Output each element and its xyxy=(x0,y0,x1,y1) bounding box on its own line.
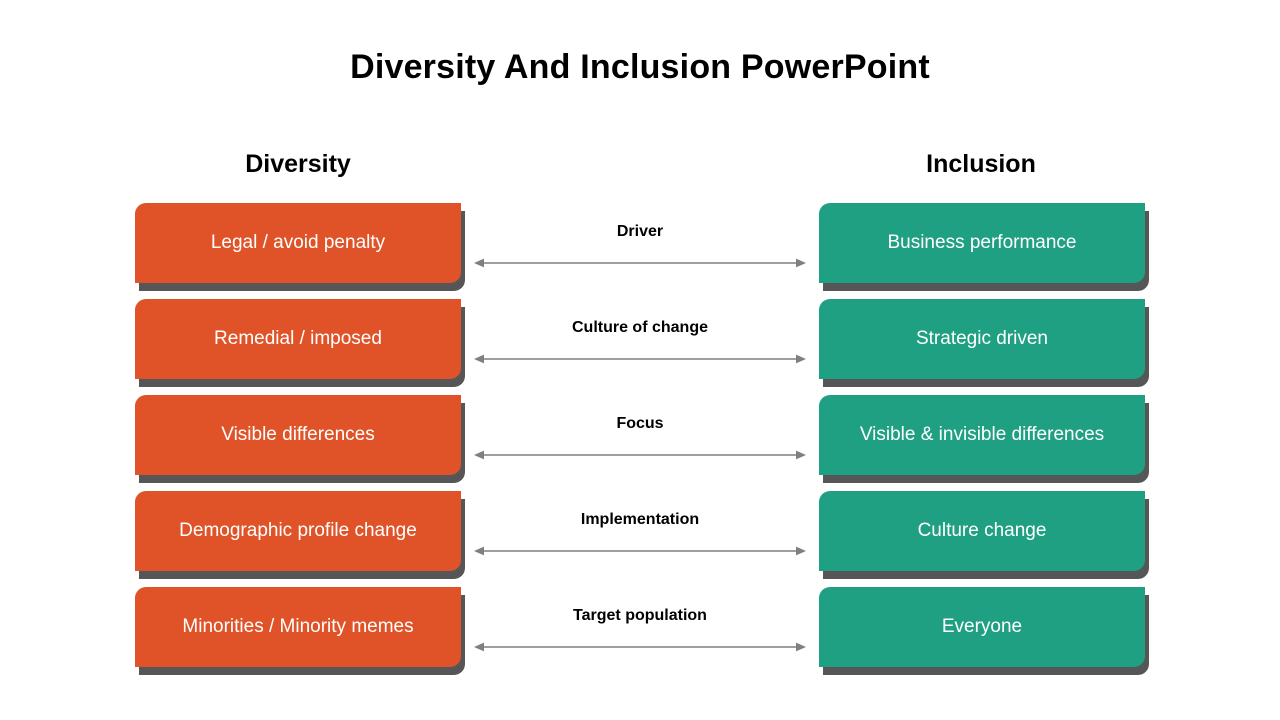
double-headed-arrow-icon xyxy=(470,543,810,559)
diversity-box[interactable]: Demographic profile change xyxy=(135,491,465,579)
inclusion-box-label: Culture change xyxy=(917,519,1047,541)
inclusion-box-label: Business performance xyxy=(887,231,1077,253)
diversity-box-label: Demographic profile change xyxy=(179,519,417,541)
diversity-box[interactable]: Remedial / imposed xyxy=(135,299,465,387)
inclusion-box[interactable]: Business performance xyxy=(819,203,1149,291)
diversity-box-label: Legal / avoid penalty xyxy=(210,231,386,253)
matrix-row: Demographic profile change Implementatio… xyxy=(0,481,1280,579)
diversity-box[interactable]: Visible differences xyxy=(135,395,465,483)
inclusion-box-label: Visible & invisible differences xyxy=(859,423,1105,445)
box-face: Demographic profile change xyxy=(135,491,461,571)
box-face: Visible differences xyxy=(135,395,461,475)
matrix-row: Visible differences Focus Visible & invi… xyxy=(0,385,1280,483)
box-face: Minorities / Minority memes xyxy=(135,587,461,667)
row-connector: Implementation xyxy=(470,481,810,577)
matrix-row: Minorities / Minority memes Target popul… xyxy=(0,577,1280,675)
column-heading-diversity: Diversity xyxy=(245,150,351,178)
column-heading-inclusion: Inclusion xyxy=(926,150,1036,178)
box-face: Remedial / imposed xyxy=(135,299,461,379)
row-connector: Culture of change xyxy=(470,289,810,385)
matrix-row: Legal / avoid penalty Driver Business pe… xyxy=(0,193,1280,291)
inclusion-box[interactable]: Visible & invisible differences xyxy=(819,395,1149,483)
inclusion-box[interactable]: Culture change xyxy=(819,491,1149,579)
inclusion-box[interactable]: Strategic driven xyxy=(819,299,1149,387)
matrix-row: Remedial / imposed Culture of change Str… xyxy=(0,289,1280,387)
connector-label: Implementation xyxy=(580,511,700,528)
box-face: Legal / avoid penalty xyxy=(135,203,461,283)
row-connector: Focus xyxy=(470,385,810,481)
connector-label: Target population xyxy=(573,607,707,624)
diversity-box-label: Minorities / Minority memes xyxy=(182,615,414,637)
connector-label: Culture of change xyxy=(571,319,708,336)
diversity-box-label: Remedial / imposed xyxy=(214,327,382,349)
connector-label: Driver xyxy=(616,223,664,240)
page-title: Diversity And Inclusion PowerPoint xyxy=(350,48,930,86)
box-face: Visible & invisible differences xyxy=(819,395,1145,475)
inclusion-box-label: Everyone xyxy=(941,615,1023,637)
box-face: Everyone xyxy=(819,587,1145,667)
connector-label: Focus xyxy=(616,415,664,432)
diversity-box[interactable]: Legal / avoid penalty xyxy=(135,203,465,291)
box-face: Business performance xyxy=(819,203,1145,283)
double-headed-arrow-icon xyxy=(470,351,810,367)
slide-canvas: Diversity And Inclusion PowerPoint Diver… xyxy=(0,0,1280,720)
inclusion-box-label: Strategic driven xyxy=(915,327,1048,349)
box-face: Strategic driven xyxy=(819,299,1145,379)
row-connector: Driver xyxy=(470,193,810,289)
diversity-box-label: Visible differences xyxy=(221,423,375,445)
inclusion-box[interactable]: Everyone xyxy=(819,587,1149,675)
diversity-box[interactable]: Minorities / Minority memes xyxy=(135,587,465,675)
row-connector: Target population xyxy=(470,577,810,673)
double-headed-arrow-icon xyxy=(470,447,810,463)
double-headed-arrow-icon xyxy=(470,255,810,271)
double-headed-arrow-icon xyxy=(470,639,810,655)
box-face: Culture change xyxy=(819,491,1145,571)
